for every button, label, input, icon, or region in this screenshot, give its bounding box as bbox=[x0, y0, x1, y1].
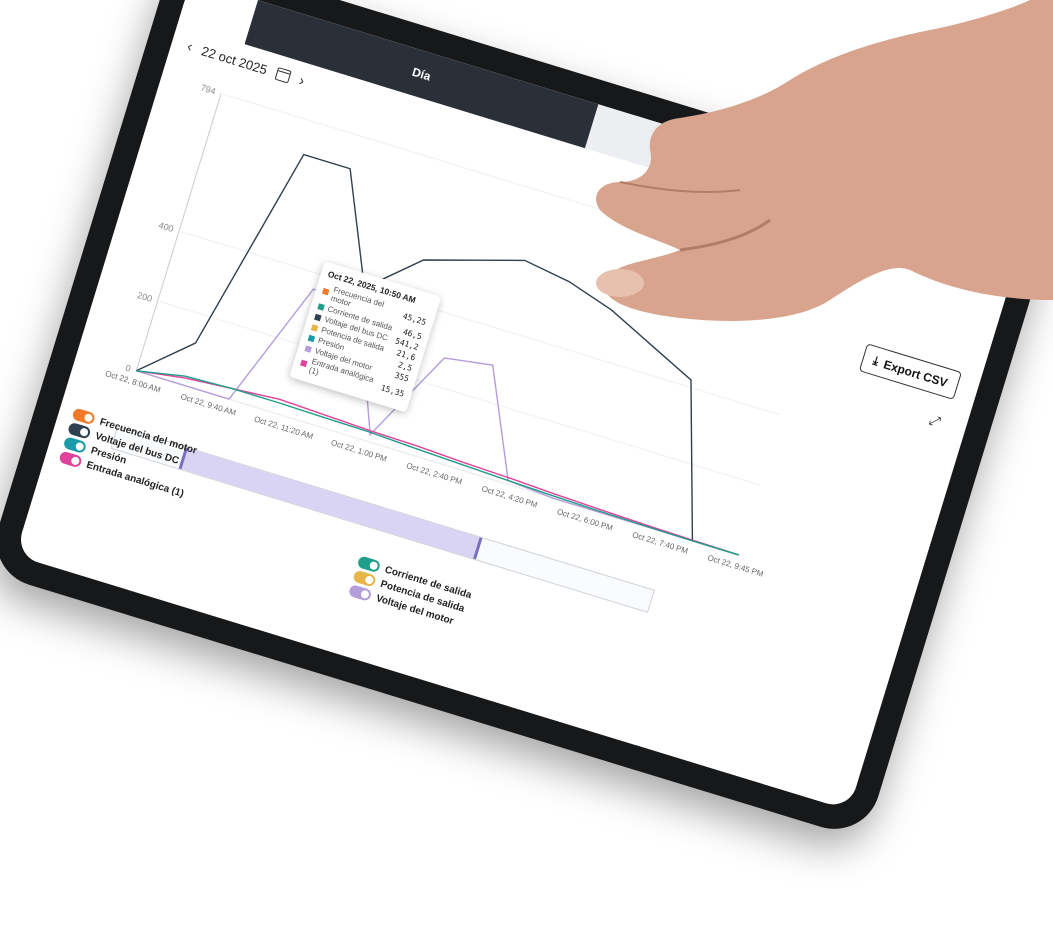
prev-day-button[interactable]: ‹ bbox=[185, 38, 195, 56]
y-tick-label: 200 bbox=[136, 290, 153, 304]
tooltip-swatch bbox=[304, 344, 313, 353]
x-tick-label: Oct 22, 11:20 AM bbox=[253, 415, 314, 442]
next-day-button[interactable]: › bbox=[297, 72, 307, 90]
tooltip-swatch bbox=[321, 287, 330, 296]
y-tick-label: 400 bbox=[157, 220, 174, 234]
x-tick-label: Oct 22, 9:40 AM bbox=[180, 392, 238, 417]
toggle-switch-icon[interactable] bbox=[58, 450, 83, 469]
x-tick-label: Oct 22, 7:40 PM bbox=[631, 530, 689, 556]
x-tick-label: Oct 22, 1:00 PM bbox=[330, 438, 388, 464]
tooltip-series-value: 45,25 bbox=[401, 311, 428, 327]
calendar-icon[interactable] bbox=[274, 66, 292, 84]
tooltip-swatch bbox=[307, 334, 316, 342]
expand-arrows-icon[interactable]: ⤢ bbox=[927, 411, 942, 431]
tooltip-swatch bbox=[311, 323, 319, 332]
export-csv-label: Export CSV bbox=[882, 356, 950, 390]
export-csv-button[interactable]: ⤓ Export CSV bbox=[858, 343, 962, 400]
tooltip-swatch bbox=[314, 313, 322, 321]
tooltip-swatch bbox=[317, 302, 325, 311]
tooltip-swatch bbox=[300, 359, 308, 368]
y-axis bbox=[135, 93, 222, 371]
toggle-switch-icon[interactable] bbox=[347, 583, 373, 602]
y-tick-label: 794 bbox=[200, 83, 217, 97]
download-icon: ⤓ bbox=[871, 353, 881, 369]
y-tick-label: 0 bbox=[124, 363, 132, 374]
x-tick-label: Oct 22, 2:40 PM bbox=[405, 461, 463, 487]
legend-right: Corriente de salida Potencia de salida Vol… bbox=[347, 552, 474, 632]
x-tick-label: Oct 22, 9:45 PM bbox=[706, 553, 764, 579]
tooltip-series-value: 15,35 bbox=[379, 382, 406, 399]
hand-image bbox=[596, 0, 1053, 321]
